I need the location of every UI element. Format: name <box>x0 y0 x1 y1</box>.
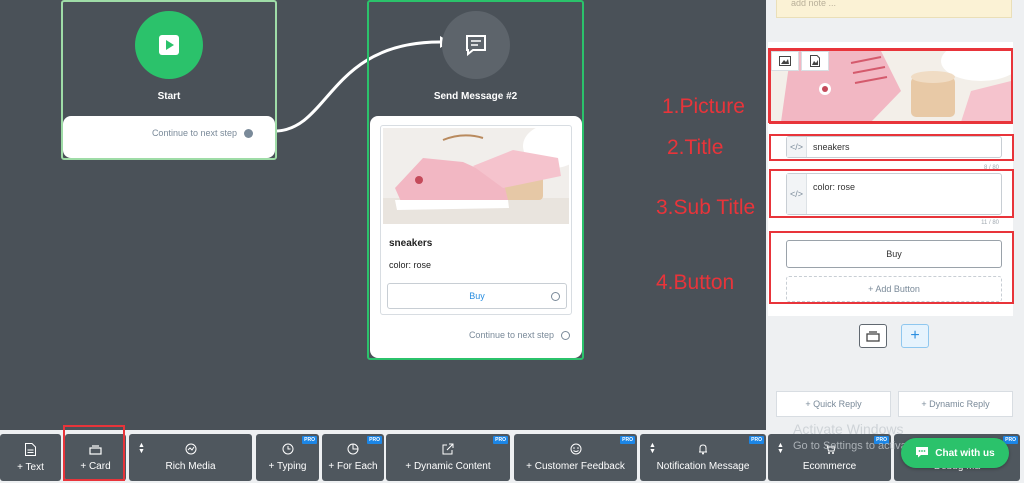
toolbar-ecommerce-label: Ecommerce <box>802 461 857 472</box>
toolbar-rich-media-label: Rich Media <box>165 461 216 472</box>
toolbar-for-each-label: + For Each <box>328 461 378 472</box>
toolbar-for-each-button[interactable]: PRO + For Each <box>322 434 384 481</box>
external-link-icon <box>442 443 454 455</box>
message-icon <box>441 11 510 79</box>
play-icon <box>135 11 203 79</box>
card-buy-label: Buy <box>469 291 485 301</box>
toolbar-rich-media-button[interactable]: ▲ ▼ Rich Media <box>129 434 252 481</box>
annotation-picture: 1.Picture <box>662 95 745 118</box>
sort-arrows-icon: ▲ ▼ <box>138 442 145 455</box>
card-icon <box>866 331 880 342</box>
title-input[interactable]: </> sneakers <box>786 136 1002 158</box>
picture-highlight <box>768 48 1013 123</box>
card-subtitle: color: rose <box>389 260 432 270</box>
toolbar-text-label: + Text <box>17 461 44 473</box>
annotation-button: 4.Button <box>656 271 735 294</box>
pro-badge: PRO <box>749 436 764 444</box>
pro-badge: PRO <box>493 436 508 444</box>
subtitle-input-value: color: rose <box>813 182 856 192</box>
message-box: sneakers color: rose Buy Continue to nex… <box>370 116 582 358</box>
note-textarea[interactable]: add note ... <box>776 0 1012 18</box>
start-continue-box: Continue to next step <box>63 116 275 158</box>
flow-canvas[interactable]: Start Continue to next step Send Message… <box>0 0 766 430</box>
message-connector[interactable] <box>561 331 570 340</box>
subtitle-char-count: 11 / 80 <box>981 220 999 226</box>
clock-icon <box>282 443 293 455</box>
toolbar-customer-feedback-label: + Customer Feedback <box>526 461 625 472</box>
start-node-title: Start <box>157 91 181 102</box>
send-message-node[interactable]: Send Message #2 sneakers color: rose Buy… <box>367 0 584 360</box>
toolbar-notification-label: Notification Message <box>656 461 750 472</box>
add-button-button[interactable]: + Add Button <box>786 276 1002 302</box>
smiley-icon <box>570 443 581 455</box>
annotation-title: 2.Title <box>667 136 724 159</box>
chat-widget-button[interactable]: Chat with us <box>901 438 1009 468</box>
quick-reply-button[interactable]: + Quick Reply <box>776 391 891 417</box>
panel-buy-label: Buy <box>886 249 902 259</box>
title-input-value: sneakers <box>813 142 850 152</box>
code-icon: </> <box>787 137 807 157</box>
card-preview[interactable]: sneakers color: rose Buy <box>380 125 572 315</box>
pro-badge: PRO <box>367 436 382 444</box>
chat-widget-label: Chat with us <box>935 447 995 459</box>
subtitle-input[interactable]: </> color: rose <box>786 173 1002 215</box>
plus-icon: + <box>910 327 920 344</box>
continue-label: Continue to next step <box>151 128 237 138</box>
dynamic-reply-label: + Dynamic Reply <box>921 399 990 409</box>
button-connector[interactable] <box>551 292 560 301</box>
pie-icon <box>347 443 359 455</box>
card-button-highlight <box>63 425 125 481</box>
pro-badge: PRO <box>302 436 317 444</box>
toolbar-notification-button[interactable]: PRO ▲ ▼ Notification Message <box>640 434 766 481</box>
chat-bubble-icon <box>915 446 929 461</box>
card-image <box>383 128 569 224</box>
annotation-subtitle: 3.Sub Title <box>656 196 756 219</box>
connector-handle[interactable] <box>244 129 253 138</box>
pro-badge: PRO <box>620 436 635 444</box>
sort-arrows-icon: ▲ ▼ <box>777 442 784 455</box>
toolbar-typing-button[interactable]: PRO + Typing <box>256 434 319 481</box>
toolbar-dynamic-content-label: + Dynamic Content <box>405 461 491 472</box>
toolbar-typing-label: + Typing <box>268 461 307 472</box>
card-title: sneakers <box>389 238 433 249</box>
document-icon <box>25 442 36 456</box>
dynamic-reply-button[interactable]: + Dynamic Reply <box>898 391 1013 417</box>
start-node[interactable]: Start Continue to next step <box>61 0 277 160</box>
toolbar-customer-feedback-button[interactable]: PRO + Customer Feedback <box>514 434 637 481</box>
toolbar-text-button[interactable]: + Text <box>0 434 61 481</box>
add-plus-button[interactable]: + <box>901 324 929 348</box>
bottom-toolbar: + Text + Card ▲ ▼ Rich Media PRO + Typing… <box>0 430 1024 483</box>
add-button-label: + Add Button <box>868 284 920 294</box>
activate-windows-watermark: Activate Windows <box>793 421 904 437</box>
note-placeholder: add note ... <box>791 0 837 8</box>
send-node-title: Send Message #2 <box>433 91 518 102</box>
message-continue-label: Continue to next step <box>468 330 554 340</box>
panel-buy-button[interactable]: Buy <box>786 240 1002 268</box>
bell-icon <box>699 444 707 455</box>
add-card-square-button[interactable] <box>859 324 887 348</box>
sort-arrows-icon: ▲ ▼ <box>649 442 656 455</box>
toolbar-dynamic-content-button[interactable]: PRO + Dynamic Content <box>386 434 510 481</box>
media-icon <box>185 443 196 455</box>
card-buy-button[interactable]: Buy <box>387 283 567 309</box>
code-icon: </> <box>787 174 807 214</box>
quick-reply-label: + Quick Reply <box>805 399 862 409</box>
